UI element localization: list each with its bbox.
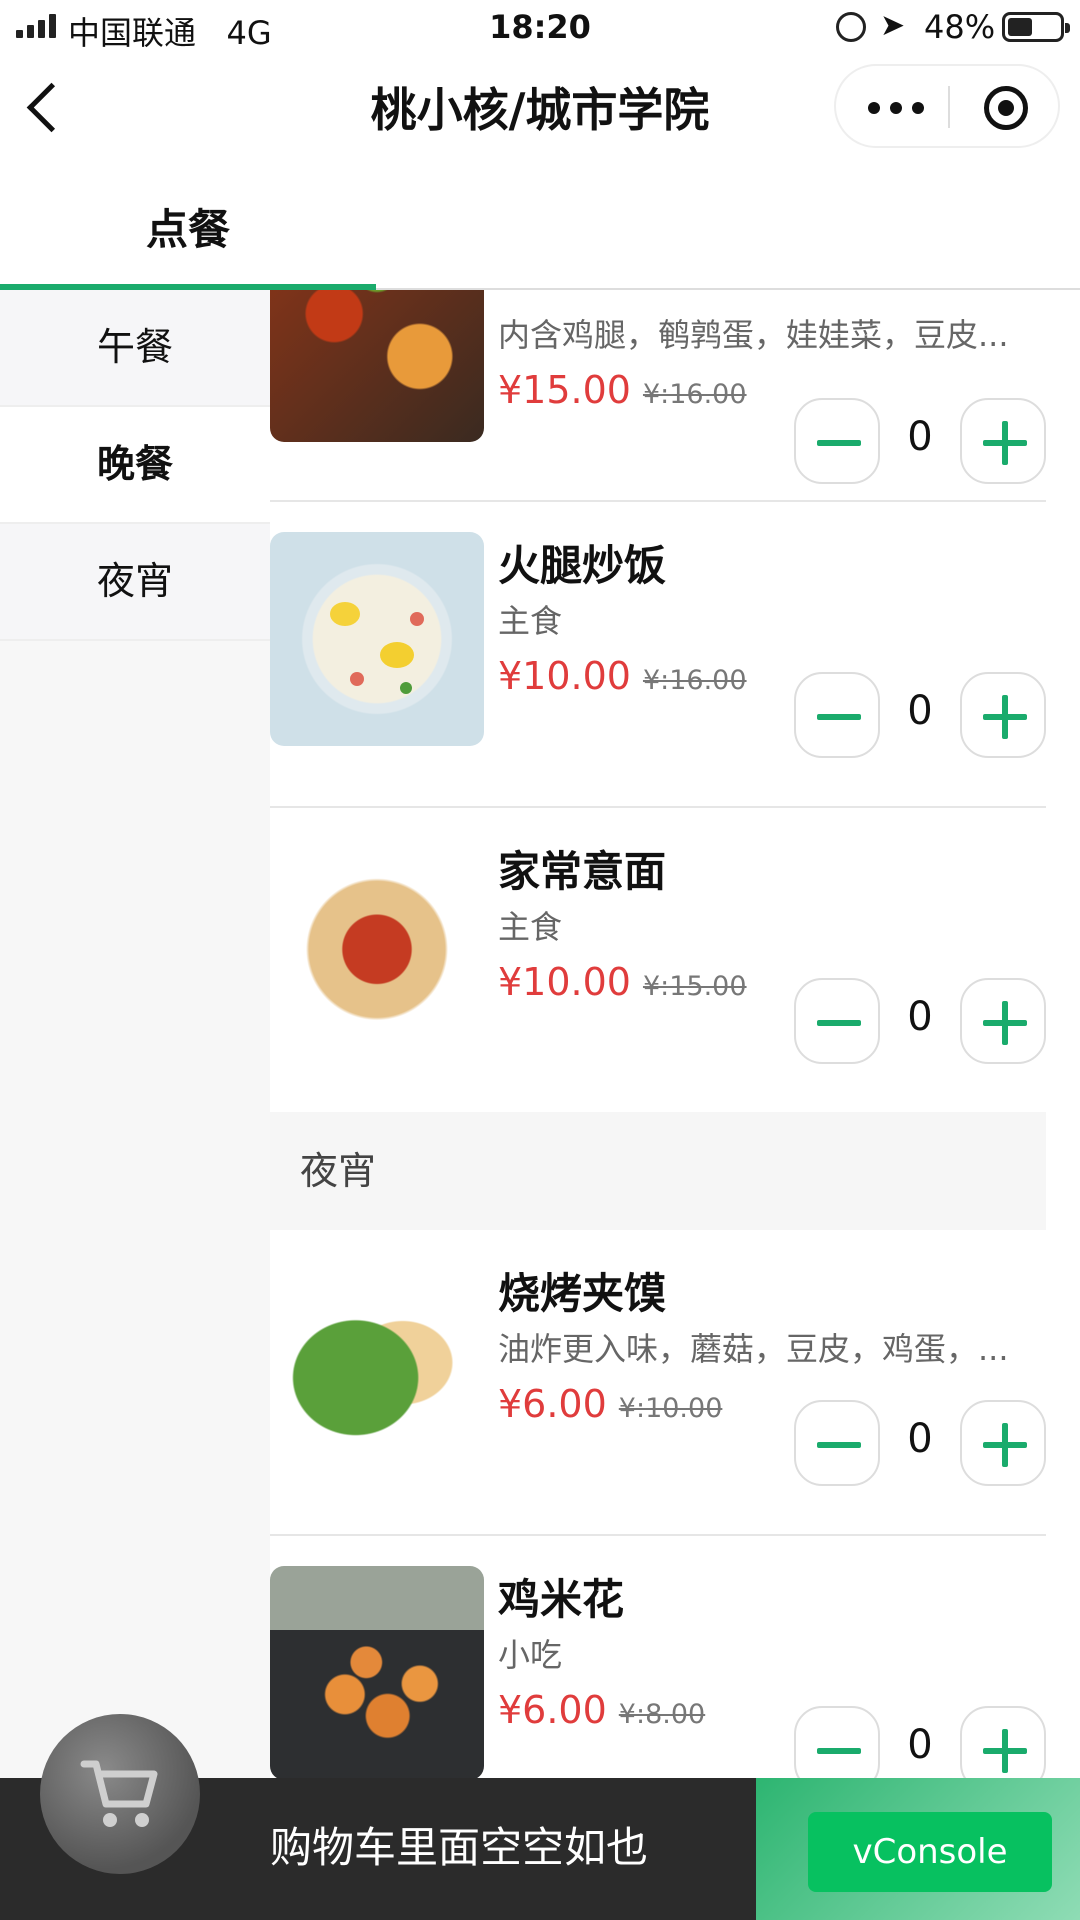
dish-description: 油炸更入味，蘑菇，豆皮，鸡蛋，... <box>498 1330 1009 1368</box>
menu-item: 烧烤夹馍 油炸更入味，蘑菇，豆皮，鸡蛋，... ¥6.00 ¥:10.00 0 <box>270 1230 1046 1536</box>
quantity-stepper: 0 <box>794 1400 1046 1486</box>
increase-button[interactable] <box>960 1706 1046 1780</box>
category-sidebar: 午餐 晚餐 夜宵 <box>0 290 270 1920</box>
dish-original-price: ¥:16.00 <box>642 379 747 410</box>
vconsole-button[interactable]: vConsole <box>808 1812 1052 1892</box>
increase-button[interactable] <box>960 398 1046 484</box>
dish-name: 烧烤夹馍 <box>498 1269 667 1318</box>
sidebar-item-lunch[interactable]: 午餐 <box>0 290 270 407</box>
section-header: 夜宵 <box>270 1112 1046 1230</box>
increase-button[interactable] <box>960 672 1046 758</box>
shopping-cart-icon <box>80 1760 158 1827</box>
dish-image <box>270 532 484 746</box>
location-arrow-icon: ➤ <box>880 8 906 43</box>
dish-image <box>270 838 484 1052</box>
decrease-button[interactable] <box>794 672 880 758</box>
menu-item: 鸡米花 小吃 ¥6.00 ¥:8.00 0 <box>270 1536 1046 1780</box>
capsule-divider <box>948 86 950 128</box>
tab-order[interactable]: 点餐 <box>0 162 376 290</box>
increase-button[interactable] <box>960 978 1046 1064</box>
quantity-value: 0 <box>907 688 933 734</box>
dish-original-price: ¥:15.00 <box>642 971 747 1002</box>
decrease-button[interactable] <box>794 1706 880 1780</box>
quantity-stepper: 0 <box>794 672 1046 758</box>
quantity-stepper: 0 <box>794 1706 1046 1780</box>
quantity-value: 0 <box>907 994 933 1040</box>
dish-original-price: ¥:8.00 <box>618 1699 706 1730</box>
dish-price: ¥10.00 <box>498 654 631 698</box>
dish-image <box>270 1566 484 1780</box>
decrease-button[interactable] <box>794 398 880 484</box>
status-bar: 中国联通 4G 18:20 ➤ 48% <box>0 0 1080 52</box>
dish-description: 主食 <box>498 908 563 946</box>
quantity-stepper: 0 <box>794 398 1046 484</box>
close-miniprogram-button[interactable] <box>984 86 1028 130</box>
dish-price: ¥10.00 <box>498 960 631 1004</box>
miniprogram-capsule <box>834 64 1060 148</box>
battery-icon <box>1002 12 1070 42</box>
tab-bar: 点餐 <box>0 162 1080 290</box>
quantity-stepper: 0 <box>794 978 1046 1064</box>
more-options-button[interactable] <box>868 102 924 114</box>
dish-name: 家常意面 <box>498 847 667 896</box>
cart-empty-text: 购物车里面空空如也 <box>270 1823 649 1872</box>
menu-list[interactable]: 内含鸡腿，鹌鹑蛋，娃娃菜，豆皮... ¥15.00 ¥:16.00 0 火腿炒饭 … <box>270 290 1080 1780</box>
dish-name: 火腿炒饭 <box>498 541 667 590</box>
increase-button[interactable] <box>960 1400 1046 1486</box>
nav-bar: 桃小核/城市学院 <box>0 52 1080 162</box>
decrease-button[interactable] <box>794 978 880 1064</box>
menu-item: 火腿炒饭 主食 ¥10.00 ¥:16.00 0 <box>270 502 1046 808</box>
dish-original-price: ¥:16.00 <box>642 665 747 696</box>
quantity-value: 0 <box>907 1416 933 1462</box>
dish-image <box>270 290 484 442</box>
sidebar-item-late-night[interactable]: 夜宵 <box>0 524 270 641</box>
dish-price: ¥6.00 <box>498 1688 607 1732</box>
quantity-value: 0 <box>907 1722 933 1768</box>
dish-description: 主食 <box>498 602 563 640</box>
quantity-value: 0 <box>907 414 933 460</box>
tab-label: 点餐 <box>145 205 230 254</box>
dish-description: 内含鸡腿，鹌鹑蛋，娃娃菜，豆皮... <box>498 316 1009 354</box>
dish-name: 鸡米花 <box>498 1575 625 1624</box>
cart-button[interactable] <box>40 1714 200 1874</box>
rotation-lock-icon <box>836 12 866 42</box>
battery-percent: 48% <box>924 8 996 46</box>
clock: 18:20 <box>489 8 591 46</box>
dish-description: 小吃 <box>498 1636 563 1674</box>
dish-price: ¥15.00 <box>498 368 631 412</box>
dish-original-price: ¥:10.00 <box>618 1393 723 1424</box>
menu-item: 家常意面 主食 ¥10.00 ¥:15.00 0 <box>270 808 1046 1114</box>
sidebar-item-dinner[interactable]: 晚餐 <box>0 407 270 524</box>
dish-price: ¥6.00 <box>498 1382 607 1426</box>
menu-item: 内含鸡腿，鹌鹑蛋，娃娃菜，豆皮... ¥15.00 ¥:16.00 0 <box>270 290 1046 502</box>
decrease-button[interactable] <box>794 1400 880 1486</box>
dish-image <box>270 1260 484 1474</box>
